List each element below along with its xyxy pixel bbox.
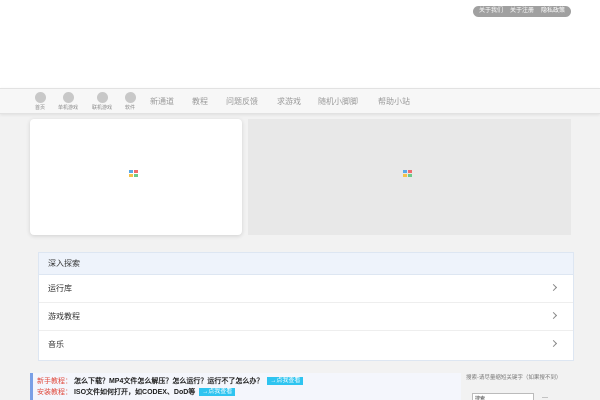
chevron-right-icon [549,311,558,320]
main-nav: 首页 单机游戏 联机游戏 软件 新通道 教程 问题反馈 求游戏 随机小脚脚 帮助… [0,88,600,114]
search-panel: 搜索-请尽量缩短关键字（如果搜不到） — [466,373,576,400]
notice-text: 怎么下载？MP4文件怎么解压？怎么运行？运行不了怎么办？ [73,378,264,385]
nav-item-label: 软件 [124,105,135,111]
site-header: 关于我们 关于注册 隐私政策 [0,0,600,88]
search-separator: — [542,395,548,400]
banner-card-left[interactable] [30,119,242,235]
tutorial-notice: 新手教程： 怎么下载？MP4文件怎么解压？怎么运行？运行不了怎么办？ →点我查看… [30,373,461,400]
explore-row-runtime[interactable]: 运行库 [39,275,573,303]
nav-link-new-channel[interactable]: 新通道 [150,97,174,107]
nav-link-tutorial[interactable]: 教程 [192,97,208,107]
game-icon [62,92,74,103]
nav-item-home[interactable]: 首页 [27,92,53,111]
nav-link-request-game[interactable]: 求游戏 [277,97,301,107]
nav-item-label: 单机游戏 [57,105,78,111]
explore-row-game-tutorial[interactable]: 游戏教程 [39,303,573,331]
view-beginner-guide-button[interactable]: →点我查看 [267,377,304,386]
explore-title: 深入探索 [39,253,573,275]
explore-row-label: 游戏教程 [48,312,80,321]
notice-line-install: 安装教程： ISO文件如何打开，如CODEX、DoD等 →点我查看 [37,387,461,398]
top-link-register[interactable]: 关于注册 [510,6,534,17]
explore-panel: 深入探索 运行库 游戏教程 音乐 [38,252,574,361]
notice-tag: 安装教程： [37,389,72,396]
nav-link-help[interactable]: 帮助小站 [378,97,410,107]
nav-item-label: 联机游戏 [91,105,112,111]
loading-icon [403,170,412,178]
online-game-icon [96,92,108,103]
nav-item-label: 首页 [34,105,45,111]
nav-link-feedback[interactable]: 问题反馈 [226,97,258,107]
explore-row-music[interactable]: 音乐 [39,331,573,359]
loading-icon [129,170,138,178]
top-link-about[interactable]: 关于我们 [479,6,503,17]
nav-item-online-game[interactable]: 联机游戏 [89,92,115,111]
notice-text: ISO文件如何打开，如CODEX、DoD等 [73,389,196,396]
explore-row-label: 运行库 [48,284,72,293]
explore-row-label: 音乐 [48,340,64,349]
nav-item-single-game[interactable]: 单机游戏 [55,92,81,111]
banner-card-right[interactable] [248,119,571,235]
home-icon [34,92,46,103]
notice-tag: 新手教程： [37,378,72,385]
nav-link-random[interactable]: 随机小脚脚 [318,97,358,107]
search-input[interactable] [472,393,534,400]
software-icon [124,92,136,103]
notice-line-beginner: 新手教程： 怎么下载？MP4文件怎么解压？怎么运行？运行不了怎么办？ →点我查看 [37,376,461,387]
chevron-right-icon [549,283,558,292]
search-hint: 搜索-请尽量缩短关键字（如果搜不到） [466,375,562,381]
top-link-privacy[interactable]: 隐私政策 [541,6,565,17]
top-links-bar: 关于我们 关于注册 隐私政策 [472,6,571,17]
view-install-guide-button[interactable]: →点我查看 [199,388,236,397]
chevron-right-icon [549,339,558,348]
nav-item-software[interactable]: 软件 [117,92,143,111]
